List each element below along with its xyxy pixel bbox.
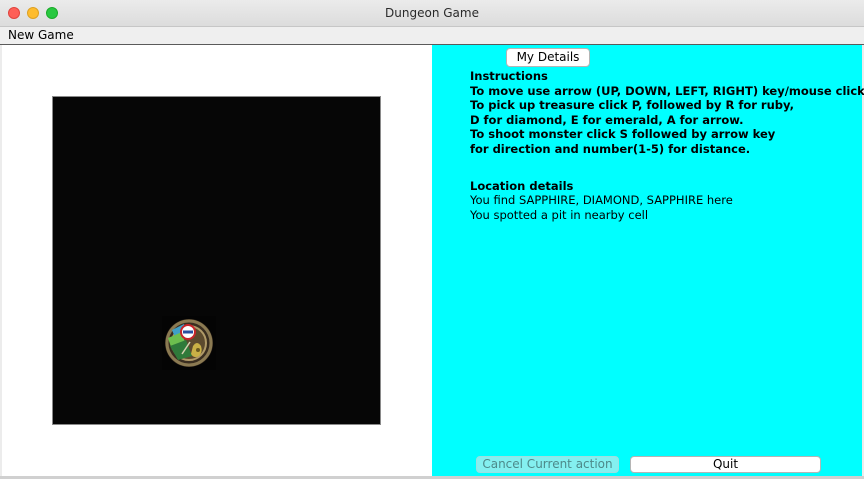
- menu-bar: New Game: [0, 27, 864, 44]
- title-bar: Dungeon Game: [0, 0, 864, 27]
- instruction-line: To pick up treasure click P, followed by…: [470, 98, 794, 112]
- quit-button[interactable]: Quit: [630, 456, 821, 473]
- instruction-line: for direction and number(1-5) for distan…: [470, 141, 751, 156]
- dungeon-board[interactable]: [52, 96, 381, 425]
- info-panel: My Details Instructions To move use arro…: [432, 45, 864, 476]
- location-detail-line: You find SAPPHIRE, DIAMOND, SAPPHIRE her…: [470, 193, 733, 207]
- window-title: Dungeon Game: [385, 6, 479, 20]
- instruction-line: To shoot monster click S followed by arr…: [470, 127, 776, 141]
- dungeon-panel: [2, 45, 432, 476]
- location-details: You find SAPPHIRE, DIAMOND, SAPPHIRE her…: [470, 193, 733, 222]
- instructions-heading: Instructions: [470, 69, 548, 83]
- my-details-button[interactable]: My Details: [506, 48, 590, 67]
- cancel-current-action-button[interactable]: Cancel Current action: [476, 456, 619, 473]
- menu-new-game[interactable]: New Game: [8, 27, 74, 44]
- instruction-line: D for diamond, E for emerald, A for arro…: [470, 112, 744, 127]
- location-detail-line: You spotted a pit in nearby cell: [470, 207, 649, 222]
- current-cell[interactable]: [162, 316, 216, 370]
- instructions-section: Instructions To move use arrow (UP, DOWN…: [470, 69, 864, 156]
- dungeon-game-window: Dungeon Game New Game My Details Instruc…: [0, 0, 864, 479]
- player-character-icon: [165, 319, 213, 367]
- location-details-heading: Location details: [470, 179, 574, 193]
- instruction-line: To move use arrow (UP, DOWN, LEFT, RIGHT…: [470, 83, 864, 98]
